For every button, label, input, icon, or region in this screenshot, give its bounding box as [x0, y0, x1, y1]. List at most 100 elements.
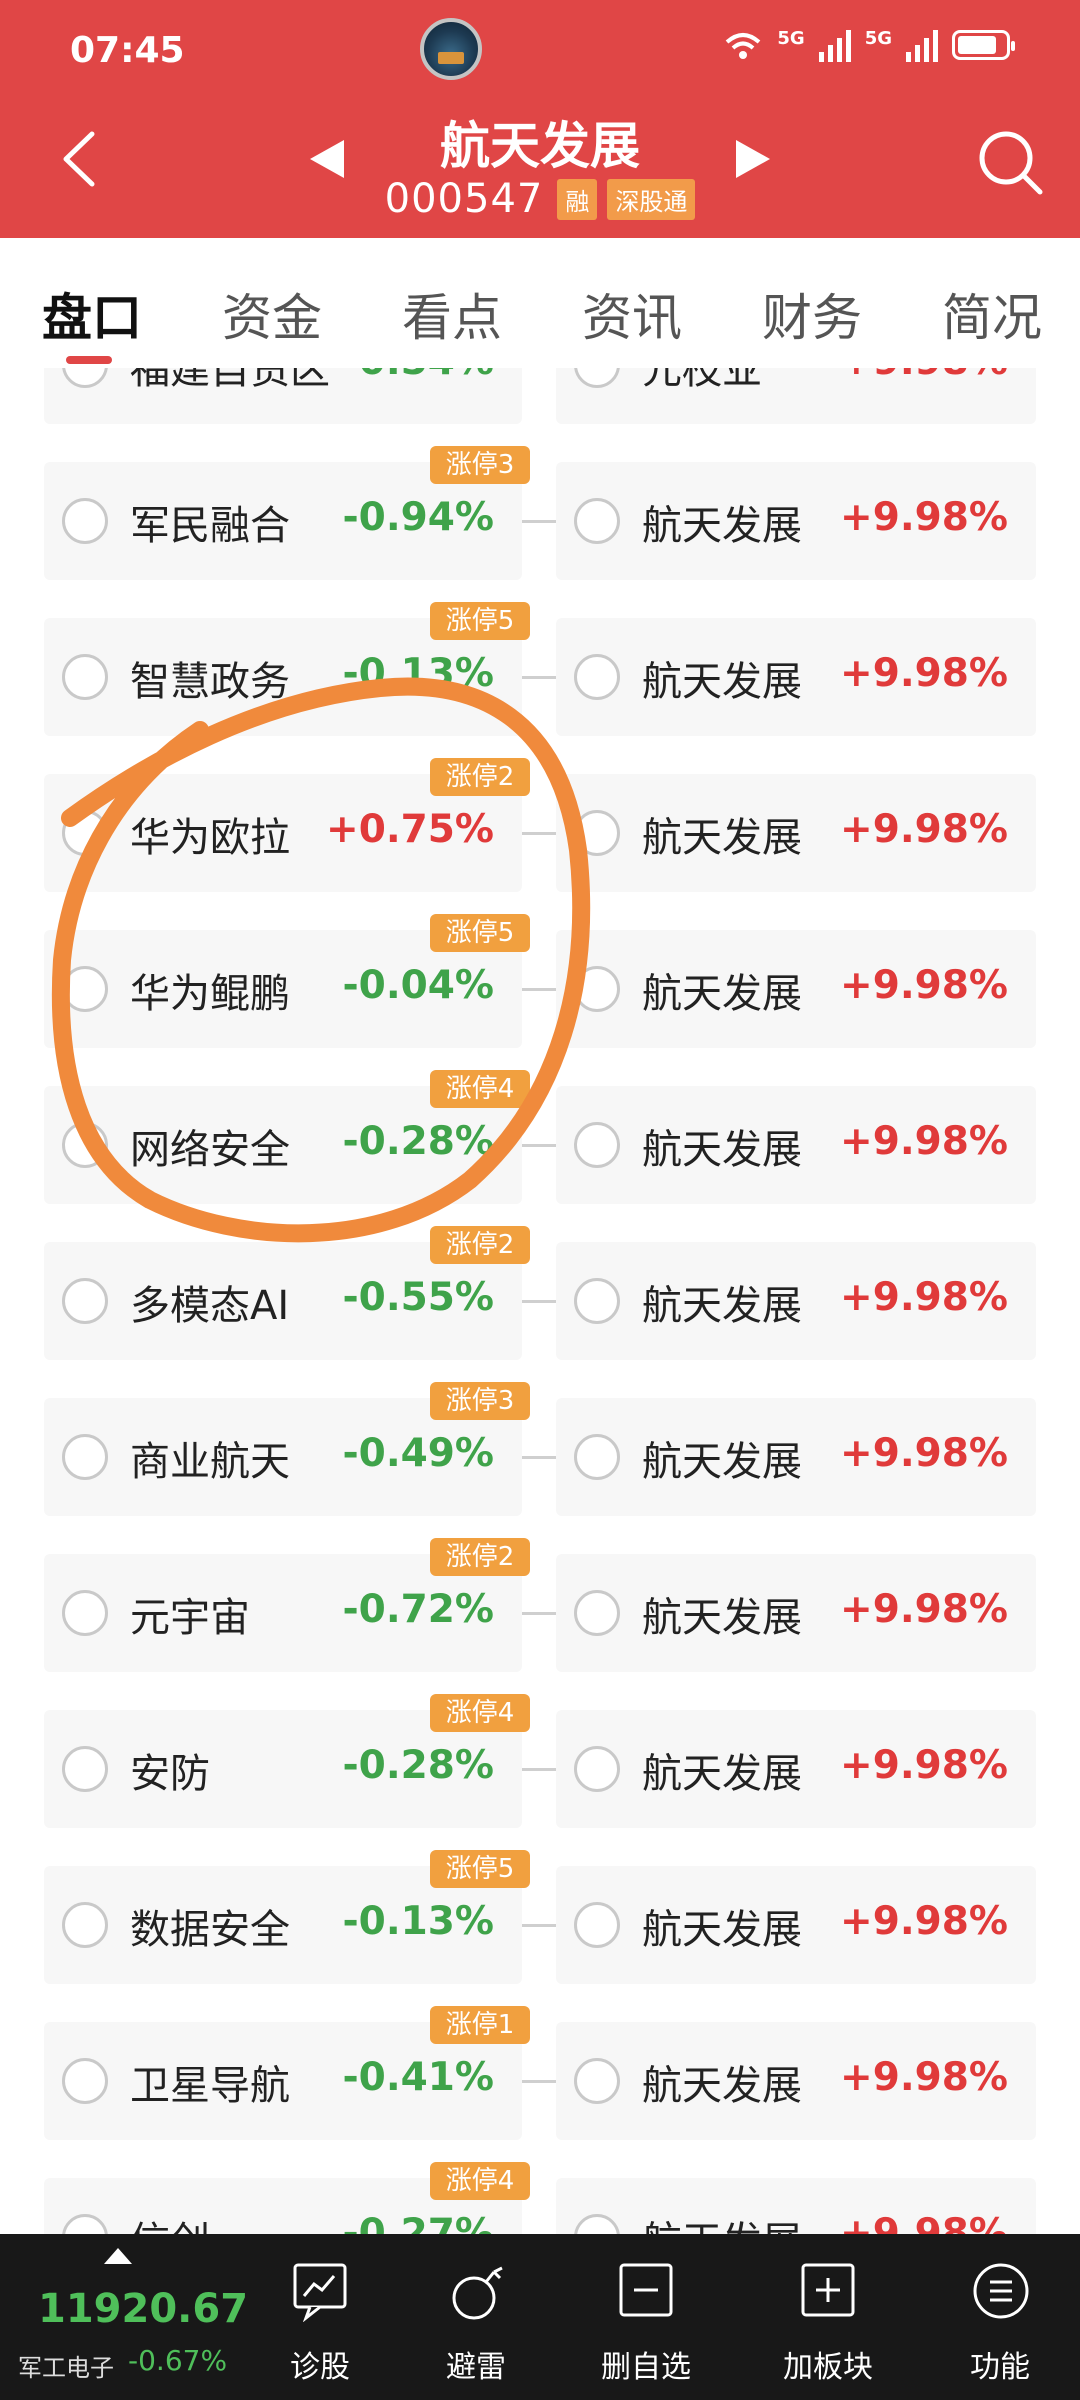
- stock-name: 航天发展: [642, 503, 802, 549]
- sector-row[interactable]: 福建自贸区 -0.54% 元枝业 +9.98%: [0, 368, 1080, 424]
- sector-name: 商业航天: [130, 1439, 290, 1485]
- row-connector: [522, 1144, 556, 1147]
- select-radio[interactable]: [62, 1746, 108, 1792]
- index-value[interactable]: 11920.67: [38, 2286, 248, 2332]
- select-radio[interactable]: [62, 966, 108, 1012]
- leading-stock-card[interactable]: 航天发展 +9.98%: [556, 2178, 1036, 2234]
- select-radio[interactable]: [62, 1590, 108, 1636]
- stock-change: +9.98%: [840, 807, 1008, 852]
- select-radio[interactable]: [574, 810, 620, 856]
- select-radio[interactable]: [574, 498, 620, 544]
- select-radio[interactable]: [62, 368, 108, 388]
- leading-stock-card[interactable]: 航天发展 +9.98%: [556, 1242, 1036, 1360]
- sector-change: -0.13%: [342, 651, 495, 696]
- stock-subtitle: 000547 融 深股通: [0, 176, 1080, 222]
- sector-change: -0.54%: [343, 368, 495, 384]
- leading-stock-card[interactable]: 航天发展 +9.98%: [556, 1086, 1036, 1204]
- select-radio[interactable]: [574, 654, 620, 700]
- leading-stock-card[interactable]: 航天发展 +9.98%: [556, 1866, 1036, 1984]
- select-radio[interactable]: [574, 2214, 620, 2234]
- leading-stock-card[interactable]: 航天发展 +9.98%: [556, 618, 1036, 736]
- select-radio[interactable]: [62, 498, 108, 544]
- sector-row[interactable]: 涨停4 安防 -0.28% 航天发展 +9.98%: [0, 1694, 1080, 1828]
- functions-button[interactable]: 功能: [930, 2234, 1070, 2400]
- leading-stock-card[interactable]: 元枝业 +9.98%: [556, 368, 1036, 424]
- select-radio[interactable]: [574, 368, 620, 388]
- sector-name: 数据安全: [130, 1907, 290, 1953]
- select-radio[interactable]: [574, 2058, 620, 2104]
- leading-stock-card[interactable]: 航天发展 +9.98%: [556, 2022, 1036, 2140]
- sector-row[interactable]: 涨停2 元宇宙 -0.72% 航天发展 +9.98%: [0, 1538, 1080, 1672]
- sector-row[interactable]: 涨停5 智慧政务 -0.13% 航天发展 +9.98%: [0, 602, 1080, 736]
- stock-name: 航天发展: [642, 1595, 802, 1641]
- bottom-toolbar: 11920.67 军工电子 -0.67% 诊股 避雷 删自选 加板块 功能: [0, 2234, 1080, 2400]
- stock-change: +9.98%: [840, 963, 1008, 1008]
- tab-caiwu[interactable]: 财务: [762, 278, 862, 350]
- sector-row[interactable]: 涨停5 数据安全 -0.13% 航天发展 +9.98%: [0, 1850, 1080, 1984]
- tab-pankou[interactable]: 盘口: [42, 278, 142, 350]
- sector-name: 网络安全: [130, 1127, 290, 1173]
- sector-change: -0.04%: [342, 963, 495, 1008]
- sector-row[interactable]: 涨停3 军民融合 -0.94% 航天发展 +9.98%: [0, 446, 1080, 580]
- avoid-risk-button[interactable]: 避雷: [406, 2234, 546, 2400]
- select-radio[interactable]: [574, 1902, 620, 1948]
- sector-row[interactable]: 涨停4 信创 -0.27% 航天发展 +9.98%: [0, 2162, 1080, 2234]
- stock-name: 元枝业: [642, 368, 762, 393]
- tab-bar: 盘口 资金 看点 资讯 财务 简况: [0, 238, 1080, 368]
- select-radio[interactable]: [62, 810, 108, 856]
- remove-watchlist-button[interactable]: 删自选: [576, 2234, 716, 2400]
- stock-change: +9.98%: [840, 1119, 1008, 1164]
- leading-stock-card[interactable]: 航天发展 +9.98%: [556, 1398, 1036, 1516]
- expand-up-icon[interactable]: [104, 2248, 132, 2264]
- search-icon[interactable]: [976, 128, 1044, 196]
- next-stock-icon[interactable]: [734, 138, 772, 180]
- stock-name: 航天发展: [642, 1439, 802, 1485]
- select-radio[interactable]: [574, 1122, 620, 1168]
- add-sector-button[interactable]: 加板块: [758, 2234, 898, 2400]
- row-connector: [522, 520, 556, 523]
- limit-up-count-badge: 涨停5: [430, 1850, 530, 1888]
- stock-header: 07:45 5G 5G 航天发展 000547 融 深股通: [0, 0, 1080, 238]
- tab-zijin[interactable]: 资金: [222, 278, 322, 350]
- row-connector: [522, 676, 556, 679]
- select-radio[interactable]: [574, 1434, 620, 1480]
- wifi-icon: [726, 33, 761, 59]
- sector-row[interactable]: 涨停4 网络安全 -0.28% 航天发展 +9.98%: [0, 1070, 1080, 1204]
- limit-up-count-badge: 涨停4: [430, 1694, 530, 1732]
- leading-stock-card[interactable]: 航天发展 +9.98%: [556, 930, 1036, 1048]
- leading-stock-card[interactable]: 航天发展 +9.98%: [556, 1554, 1036, 1672]
- select-radio[interactable]: [574, 1746, 620, 1792]
- floating-avatar-icon[interactable]: [420, 18, 482, 80]
- select-radio[interactable]: [62, 1122, 108, 1168]
- plus-box-icon: [801, 2263, 855, 2317]
- select-radio[interactable]: [62, 1902, 108, 1948]
- sector-row[interactable]: 涨停5 华为鲲鹏 -0.04% 航天发展 +9.98%: [0, 914, 1080, 1048]
- select-radio[interactable]: [62, 1278, 108, 1324]
- tab-zixun[interactable]: 资讯: [582, 278, 682, 350]
- sector-row[interactable]: 涨停2 多模态AI -0.55% 航天发展 +9.98%: [0, 1226, 1080, 1360]
- select-radio[interactable]: [574, 1590, 620, 1636]
- sector-name: 卫星导航: [130, 2063, 290, 2109]
- sector-list[interactable]: 福建自贸区 -0.54% 元枝业 +9.98% 涨停3 军民融合 -0.94% 航天发展 +9.…: [0, 368, 1080, 2234]
- leading-stock-card[interactable]: 航天发展 +9.98%: [556, 462, 1036, 580]
- sector-card[interactable]: 福建自贸区 -0.54%: [44, 368, 522, 424]
- stock-change: +9.98%: [840, 1275, 1008, 1320]
- sector-row[interactable]: 涨停1 卫星导航 -0.41% 航天发展 +9.98%: [0, 2006, 1080, 2140]
- sector-row[interactable]: 涨停3 商业航天 -0.49% 航天发展 +9.98%: [0, 1382, 1080, 1516]
- leading-stock-card[interactable]: 航天发展 +9.98%: [556, 1710, 1036, 1828]
- sector-row[interactable]: 涨停2 华为欧拉 +0.75% 航天发展 +9.98%: [0, 758, 1080, 892]
- select-radio[interactable]: [574, 1278, 620, 1324]
- tab-jiankuang[interactable]: 简况: [942, 278, 1042, 350]
- leading-stock-card[interactable]: 航天发展 +9.98%: [556, 774, 1036, 892]
- select-radio[interactable]: [62, 2058, 108, 2104]
- signal-icon: [906, 28, 938, 62]
- index-name: 军工电子: [18, 2354, 114, 2382]
- margin-tag: 融: [557, 178, 598, 220]
- diagnose-button[interactable]: 诊股: [250, 2234, 390, 2400]
- select-radio[interactable]: [574, 966, 620, 1012]
- select-radio[interactable]: [62, 654, 108, 700]
- select-radio[interactable]: [62, 2214, 108, 2234]
- select-radio[interactable]: [62, 1434, 108, 1480]
- sector-change: -0.94%: [342, 495, 495, 540]
- tab-kandian[interactable]: 看点: [402, 278, 502, 350]
